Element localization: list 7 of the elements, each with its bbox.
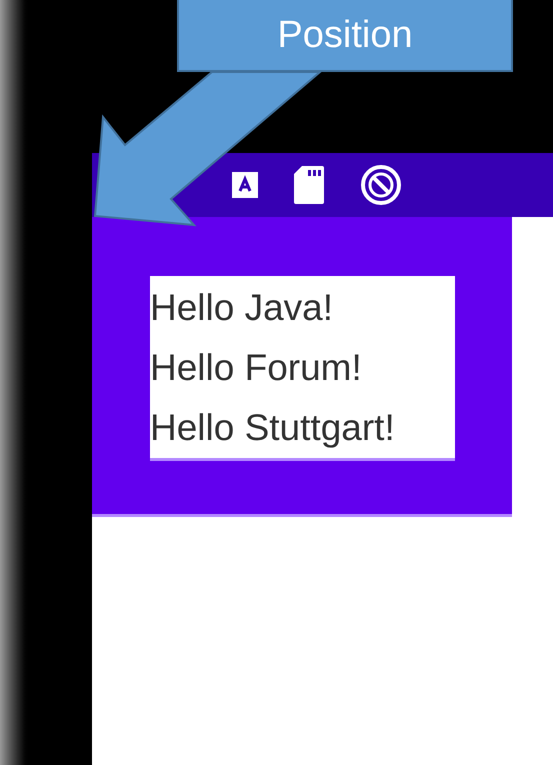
callout-label: Position: [177, 0, 513, 72]
text-line: Hello Stuttgart!: [150, 406, 396, 450]
text-line: Hello Forum!: [150, 346, 363, 390]
text-line: Hello Java!: [150, 286, 334, 330]
sd-card-icon: [294, 166, 324, 204]
circle-slash-icon: [360, 164, 402, 206]
font-icon: [232, 172, 258, 198]
